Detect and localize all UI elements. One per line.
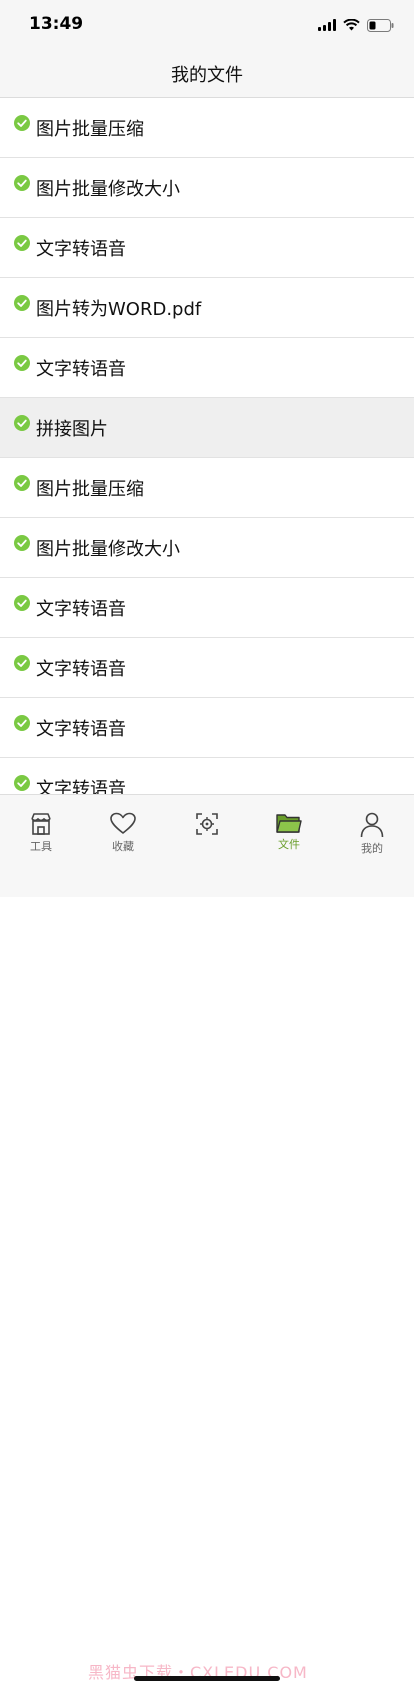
file-row[interactable]: 图片批量修改大小 bbox=[0, 518, 414, 578]
page-title: 我的文件 bbox=[171, 64, 243, 86]
status-bar: 13:49 bbox=[0, 0, 414, 50]
file-list: 图片批量压缩 图片批量修改大小 文字转语音 图片转为WORD.pdf 文字转语音 拼接图片… bbox=[0, 98, 414, 794]
file-row[interactable]: 图片批量修改大小 bbox=[0, 158, 414, 218]
check-icon bbox=[14, 415, 30, 431]
file-name: 图片批量修改大小 bbox=[36, 179, 180, 200]
file-name: 图片批量压缩 bbox=[36, 479, 144, 500]
tab-profile[interactable]: 我的 bbox=[331, 795, 413, 857]
file-row[interactable]: 图片转为WORD.pdf bbox=[0, 278, 414, 338]
tab-files-label: 文件 bbox=[278, 838, 300, 851]
tab-profile-label: 我的 bbox=[361, 842, 383, 855]
file-row[interactable]: 文字转语音 bbox=[0, 698, 414, 758]
tab-bar: 工具 收藏 文件 我的 黑猫虫下载・CXLEDU.COM bbox=[0, 794, 414, 1682]
file-name: 文字转语音 bbox=[36, 239, 126, 260]
check-icon bbox=[14, 595, 30, 611]
signal-icon bbox=[318, 19, 336, 31]
tab-tools[interactable]: 工具 bbox=[0, 795, 82, 857]
check-icon bbox=[14, 475, 30, 491]
scan-icon bbox=[196, 813, 218, 835]
wifi-icon bbox=[343, 19, 360, 31]
battery-icon bbox=[367, 18, 394, 32]
file-name: 图片转为WORD.pdf bbox=[36, 299, 202, 320]
check-icon bbox=[14, 535, 30, 551]
status-time: 13:49 bbox=[29, 14, 84, 34]
heart-icon bbox=[110, 812, 136, 834]
check-icon bbox=[14, 355, 30, 371]
file-name: 文字转语音 bbox=[36, 599, 126, 620]
folder-icon bbox=[276, 814, 302, 833]
shop-icon bbox=[31, 813, 51, 835]
user-icon bbox=[360, 812, 384, 838]
file-row[interactable]: 文字转语音 bbox=[0, 758, 414, 794]
file-name: 文字转语音 bbox=[36, 359, 126, 380]
file-row[interactable]: 文字转语音 bbox=[0, 638, 414, 698]
check-icon bbox=[14, 775, 30, 791]
check-icon bbox=[14, 715, 30, 731]
tab-favorites-label: 收藏 bbox=[112, 840, 134, 853]
file-name: 文字转语音 bbox=[36, 779, 126, 794]
check-icon bbox=[14, 295, 30, 311]
file-row[interactable]: 文字转语音 bbox=[0, 338, 414, 398]
file-row[interactable]: 拼接图片 bbox=[0, 398, 414, 458]
tab-tools-label: 工具 bbox=[30, 840, 52, 853]
file-name: 文字转语音 bbox=[36, 659, 126, 680]
tab-scan[interactable] bbox=[166, 795, 248, 857]
check-icon bbox=[14, 115, 30, 131]
file-name: 拼接图片 bbox=[36, 419, 108, 440]
check-icon bbox=[14, 655, 30, 671]
tab-files[interactable]: 文件 bbox=[248, 795, 330, 857]
home-indicator[interactable] bbox=[134, 1676, 280, 1681]
tab-favorites[interactable]: 收藏 bbox=[82, 795, 164, 857]
file-row[interactable]: 图片批量压缩 bbox=[0, 98, 414, 158]
file-row[interactable]: 文字转语音 bbox=[0, 218, 414, 278]
file-name: 图片批量修改大小 bbox=[36, 539, 180, 560]
nav-bar: 我的文件 bbox=[0, 50, 414, 98]
file-row[interactable]: 图片批量压缩 bbox=[0, 458, 414, 518]
file-name: 图片批量压缩 bbox=[36, 119, 144, 140]
check-icon bbox=[14, 235, 30, 251]
status-icons bbox=[318, 15, 394, 35]
check-icon bbox=[14, 175, 30, 191]
file-row[interactable]: 文字转语音 bbox=[0, 578, 414, 638]
file-name: 文字转语音 bbox=[36, 719, 126, 740]
